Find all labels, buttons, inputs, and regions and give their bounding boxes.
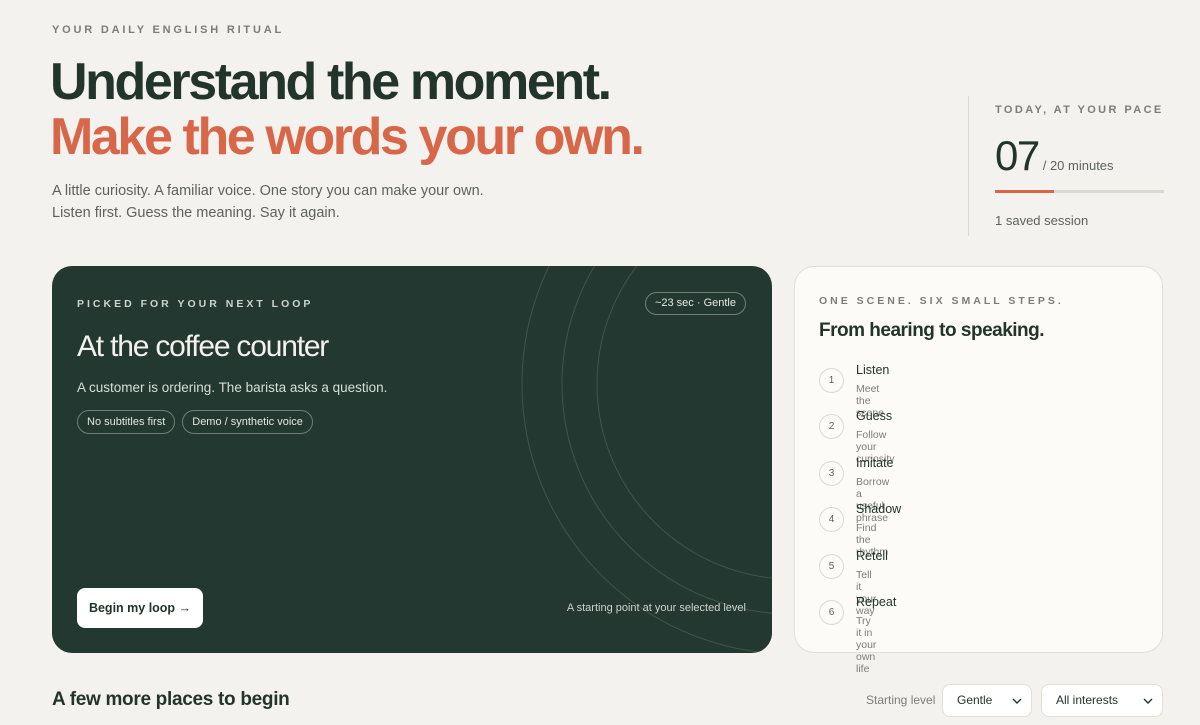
step-number: 1 (819, 368, 844, 393)
feature-description: A customer is ordering. The barista asks… (77, 380, 388, 395)
step-number: 5 (819, 553, 844, 579)
intro-line-1: A little curiosity. A familiar voice. On… (52, 183, 484, 199)
step-subtitle: Borrow a useful phrase (856, 475, 890, 524)
step-name: Shadow (856, 502, 902, 517)
chip-synthetic-voice: Demo / synthetic voice (182, 410, 313, 434)
level-note: A starting point at your selected level (566, 602, 746, 614)
starting-level-label: Starting level (866, 693, 936, 707)
chevron-down-icon (1012, 698, 1022, 704)
begin-loop-button[interactable]: Begin my loop → (77, 588, 203, 628)
step-number: 2 (819, 414, 844, 440)
step-number: 6 (819, 599, 844, 625)
step-name: Retell (856, 548, 888, 563)
more-places-title: A few more places to begin (52, 689, 290, 710)
step-number: 3 (819, 460, 844, 486)
steps-card: ONE SCENE. SIX SMALL STEPS. From hearing… (794, 266, 1163, 675)
chevron-down-icon (1143, 698, 1153, 704)
minutes-total: / 20 minutes (1042, 158, 1114, 173)
progress-fill (995, 190, 1055, 193)
feature-kicker: PICKED FOR YOUR NEXT LOOP (77, 298, 314, 310)
steps-title: From hearing to speaking. (819, 320, 1045, 341)
feature-title: At the coffee counter (77, 330, 329, 363)
hero-eyebrow: YOUR DAILY ENGLISH RITUAL (52, 24, 284, 36)
step-name: Repeat (856, 594, 897, 609)
starting-level-value: Gentle (957, 693, 993, 707)
feature-chips: No subtitles first Demo / synthetic voic… (77, 410, 313, 434)
featured-scene-card: PICKED FOR YOUR NEXT LOOP ~23 sec · Gent… (52, 266, 772, 653)
minutes-done: 07 (995, 132, 1040, 179)
saved-sessions: 1 saved session (995, 213, 1089, 228)
intro-line-2: Listen first. Guess the meaning. Say it … (52, 205, 340, 221)
step-subtitle: Tell it your way (856, 568, 877, 617)
decor-ring-middle (561, 266, 772, 614)
step-subtitle: Try it in your own life (856, 614, 877, 675)
steps-kicker: ONE SCENE. SIX SMALL STEPS. (819, 295, 1064, 307)
hero-headline: Understand the moment. Make the words yo… (50, 53, 645, 166)
interests-select[interactable]: All interests (1041, 684, 1163, 717)
decor-ring-outer (521, 266, 772, 653)
starting-level-select[interactable]: Gentle (942, 684, 1032, 717)
hero-intro: A little curiosity. A familiar voice. On… (52, 180, 484, 224)
step-name: Listen (856, 363, 890, 377)
headline-line-2: Make the words your own. (50, 108, 645, 166)
duration-badge: ~23 sec · Gentle (644, 292, 746, 315)
step-name: Guess (856, 409, 893, 424)
interests-value: All interests (1056, 693, 1119, 707)
progress-bar (995, 190, 1164, 193)
minutes-readout: 07 / 20 minutes (995, 132, 1164, 180)
today-label: TODAY, AT YOUR PACE (995, 104, 1164, 116)
headline-line-1: Understand the moment. (50, 53, 612, 111)
step-name: Imitate (856, 455, 894, 470)
chip-no-subtitles: No subtitles first (77, 410, 176, 434)
step-number: 4 (819, 507, 844, 533)
today-progress-panel: TODAY, AT YOUR PACE 07 / 20 minutes 1 sa… (968, 96, 1164, 236)
